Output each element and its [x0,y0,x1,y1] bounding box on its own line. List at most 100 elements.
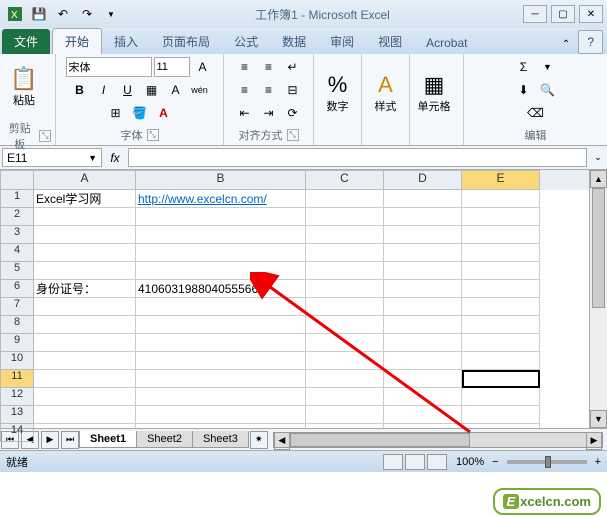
scroll-up-button[interactable]: ▲ [590,170,607,188]
sort-button[interactable]: ▼ [537,56,559,78]
cell-E13[interactable] [462,406,540,424]
normal-view-button[interactable] [383,454,403,470]
cell-A13[interactable] [34,406,136,424]
cell-B9[interactable] [136,334,306,352]
sheet-tab-3[interactable]: Sheet3 [192,431,249,448]
cell-E7[interactable] [462,298,540,316]
scroll-right-button[interactable]: ▶ [586,432,602,450]
row-header-8[interactable]: 8 [0,316,34,334]
cell-E11[interactable] [462,370,540,388]
cells-area[interactable]: Excel学习网http://www.excelcn.com/身份证号：4106… [34,190,589,428]
zoom-slider-thumb[interactable] [545,456,551,468]
cell-A9[interactable] [34,334,136,352]
cell-C12[interactable] [306,388,384,406]
minimize-button[interactable]: ─ [523,5,547,23]
row-header-11[interactable]: 11 [0,370,34,388]
cell-E4[interactable] [462,244,540,262]
cell-B4[interactable] [136,244,306,262]
vscroll-thumb[interactable] [592,188,605,308]
cell-B12[interactable] [136,388,306,406]
cell-A11[interactable] [34,370,136,388]
cell-E12[interactable] [462,388,540,406]
page-break-view-button[interactable] [427,454,447,470]
wrap-text-button[interactable]: ↵ [282,56,304,78]
cell-B13[interactable] [136,406,306,424]
cell-E5[interactable] [462,262,540,280]
cell-D12[interactable] [384,388,462,406]
cell-C14[interactable] [306,424,384,428]
help-button[interactable]: ? [578,30,603,54]
cell-B10[interactable] [136,352,306,370]
paste-button[interactable]: 📋 粘贴 [4,56,44,118]
cell-D5[interactable] [384,262,462,280]
tab-review[interactable]: 审阅 [318,29,366,54]
cell-D13[interactable] [384,406,462,424]
cell-C13[interactable] [306,406,384,424]
cell-B1[interactable]: http://www.excelcn.com/ [136,190,306,208]
cell-D4[interactable] [384,244,462,262]
cell-E8[interactable] [462,316,540,334]
row-header-13[interactable]: 13 [0,406,34,424]
close-button[interactable]: ✕ [579,5,603,23]
column-header-C[interactable]: C [306,170,384,190]
cell-C9[interactable] [306,334,384,352]
cell-B3[interactable] [136,226,306,244]
cell-A1[interactable]: Excel学习网 [34,190,136,208]
zoom-slider[interactable] [507,460,587,464]
column-header-E[interactable]: E [462,170,540,190]
border-bottom-button[interactable]: ⊞ [105,102,127,124]
row-header-2[interactable]: 2 [0,208,34,226]
tab-view[interactable]: 视图 [366,29,414,54]
scroll-down-button[interactable]: ▼ [590,410,607,428]
cell-A2[interactable] [34,208,136,226]
sheet-tab-2[interactable]: Sheet2 [136,431,193,448]
cell-E9[interactable] [462,334,540,352]
undo-button[interactable]: ↶ [52,3,74,25]
cell-D11[interactable] [384,370,462,388]
cell-B2[interactable] [136,208,306,226]
column-header-D[interactable]: D [384,170,462,190]
tab-home[interactable]: 开始 [52,28,102,54]
cell-C1[interactable] [306,190,384,208]
save-button[interactable]: 💾 [28,3,50,25]
horizontal-scrollbar[interactable]: ◀ ▶ [273,432,603,448]
increase-indent-button[interactable]: ⇥ [258,102,280,124]
hscroll-thumb[interactable] [290,433,470,447]
font-size-combo[interactable] [154,57,190,77]
cell-C2[interactable] [306,208,384,226]
cell-E14[interactable] [462,424,540,428]
cell-A7[interactable] [34,298,136,316]
cell-A4[interactable] [34,244,136,262]
zoom-in-button[interactable]: + [595,456,601,468]
cell-A8[interactable] [34,316,136,334]
cell-A12[interactable] [34,388,136,406]
number-format-button[interactable]: % 数字 [318,62,357,124]
cell-D6[interactable] [384,280,462,298]
tab-insert[interactable]: 插入 [102,29,150,54]
tab-formulas[interactable]: 公式 [222,29,270,54]
align-left-button[interactable]: ≡ [234,79,256,101]
phonetic-button[interactable]: wén [189,79,211,101]
row-header-1[interactable]: 1 [0,190,34,208]
cells-button[interactable]: ▦ 单元格 [414,62,454,124]
vertical-scrollbar[interactable]: ▲ ▼ [589,170,607,428]
cell-E2[interactable] [462,208,540,226]
row-header-12[interactable]: 12 [0,388,34,406]
cell-D8[interactable] [384,316,462,334]
row-header-9[interactable]: 9 [0,334,34,352]
find-button[interactable]: 🔍 [537,79,559,101]
border-button[interactable]: ▦ [141,79,163,101]
cell-A14[interactable] [34,424,136,428]
cell-A5[interactable] [34,262,136,280]
underline-button[interactable]: U [117,79,139,101]
cell-B11[interactable] [136,370,306,388]
cell-E3[interactable] [462,226,540,244]
clipboard-dialog-launcher[interactable]: ⤡ [39,130,51,142]
cell-C7[interactable] [306,298,384,316]
cell-D7[interactable] [384,298,462,316]
font-dialog-launcher[interactable]: ⤡ [147,129,159,141]
row-header-10[interactable]: 10 [0,352,34,370]
formula-input[interactable] [128,148,587,167]
redo-button[interactable]: ↷ [76,3,98,25]
fill-color-button[interactable]: 🪣 [129,102,151,124]
